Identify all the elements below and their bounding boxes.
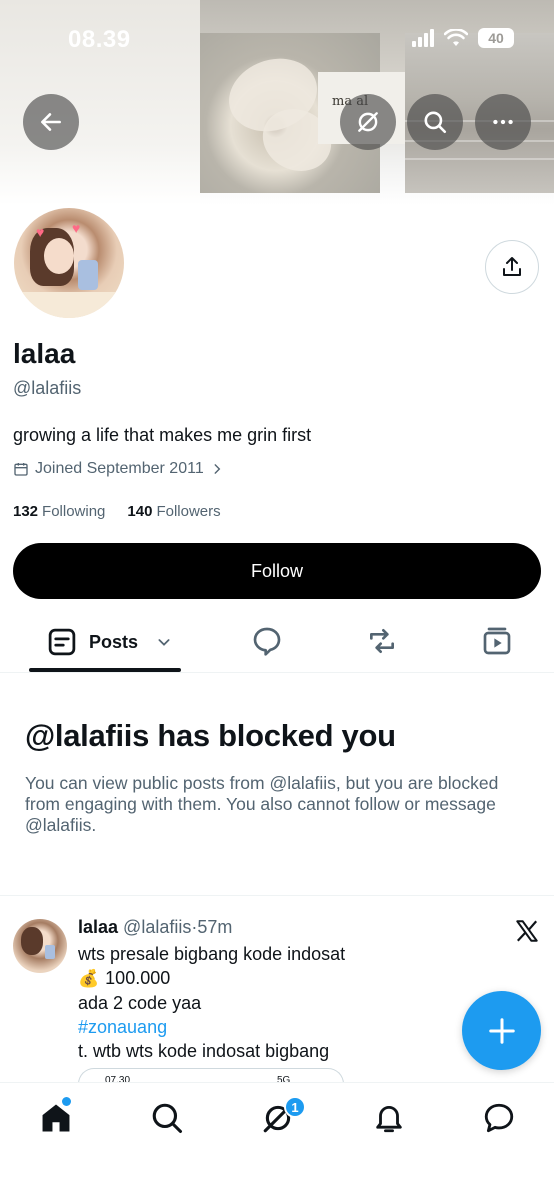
home-icon xyxy=(42,1104,70,1132)
status-time: 08.39 xyxy=(68,26,131,53)
heart-icon: ♥ xyxy=(36,224,45,240)
joined-date[interactable]: Joined September 2011 xyxy=(13,460,224,478)
grok-button[interactable] xyxy=(340,94,396,150)
chevron-right-icon xyxy=(214,464,221,474)
replies-icon[interactable] xyxy=(251,625,283,657)
avatar-phone xyxy=(78,260,98,290)
media-icon[interactable] xyxy=(481,625,513,657)
post-price: 100.000 xyxy=(105,968,171,988)
post-body[interactable]: wts presale bigbang kode indosat 💰 100.00… xyxy=(78,942,345,1063)
more-icon xyxy=(493,119,513,125)
calendar-icon xyxy=(14,463,28,476)
status-icons: 40 xyxy=(412,28,514,48)
post-line: ada 2 code yaa xyxy=(78,993,202,1013)
profile-handle: @lalafiis xyxy=(13,378,82,398)
post-author-name[interactable]: lalaa xyxy=(78,917,118,937)
heart-icon: ♥ xyxy=(72,220,81,236)
joined-text: Joined September 2011 xyxy=(35,460,204,477)
post-line: wts presale bigbang kode indosat xyxy=(78,944,346,964)
blocked-title: @lalafiis has blocked you xyxy=(25,718,396,753)
bottom-navigation: 1 xyxy=(0,1082,554,1200)
battery-icon: 40 xyxy=(478,28,514,48)
avatar-face xyxy=(44,238,74,274)
notifications-icon xyxy=(376,1106,402,1133)
plus-icon xyxy=(488,1017,515,1044)
more-button[interactable] xyxy=(475,94,531,150)
search-button[interactable] xyxy=(407,94,463,150)
share-button[interactable] xyxy=(485,240,539,294)
post-line: 💰 100.000 xyxy=(78,966,345,991)
cellular-signal-icon xyxy=(412,29,434,47)
post-line: t. wtb wts kode indosat bigbang xyxy=(78,1041,330,1061)
section-divider xyxy=(0,895,554,896)
profile-display-name: lalaa xyxy=(13,338,76,369)
grok-badge: 1 xyxy=(284,1096,306,1118)
avatar-desk xyxy=(14,292,124,318)
back-arrow-icon xyxy=(41,113,61,131)
profile-bio: growing a life that makes me grin first xyxy=(13,425,312,445)
post-hashtag[interactable]: #zonauang xyxy=(78,1015,345,1039)
nav-messages[interactable] xyxy=(482,1101,516,1135)
active-tab-indicator xyxy=(29,668,181,672)
post-avatar-hair xyxy=(21,927,43,955)
messages-icon xyxy=(484,1103,514,1133)
tab-posts-label: Posts xyxy=(89,631,139,652)
post-header: lalaa @lalafiis·57m xyxy=(78,917,232,938)
back-button[interactable] xyxy=(23,94,79,150)
profile-avatar[interactable]: ♥ ♥ xyxy=(10,204,128,322)
profile-tabs: Posts xyxy=(0,613,554,673)
grok-icon xyxy=(358,112,378,132)
following-link[interactable]: 132 Following xyxy=(13,503,105,520)
followers-count: 140 xyxy=(127,503,153,520)
post-author-handle[interactable]: @lalafiis xyxy=(123,917,191,937)
post-avatar[interactable] xyxy=(13,919,67,973)
follow-stats: 132 Following 140 Followers xyxy=(13,503,221,520)
nav-home[interactable] xyxy=(39,1101,73,1135)
chevron-down-icon xyxy=(158,639,170,646)
posts-icon xyxy=(48,628,76,656)
tab-posts[interactable]: Posts xyxy=(47,627,172,657)
home-notification-dot xyxy=(62,1097,71,1106)
share-icon xyxy=(503,257,521,276)
banner-sea-wave xyxy=(405,158,554,160)
compose-post-button[interactable] xyxy=(462,991,541,1070)
nav-notifications[interactable] xyxy=(372,1101,406,1135)
followers-label: Followers xyxy=(156,503,221,520)
search-icon xyxy=(424,111,447,134)
blocked-description: You can view public posts from @lalafiis… xyxy=(25,773,499,835)
follow-button[interactable]: Follow xyxy=(13,543,541,599)
post-avatar-phone xyxy=(45,945,55,959)
x-logo-icon xyxy=(516,920,538,942)
nav-search[interactable] xyxy=(150,1101,184,1135)
wifi-icon xyxy=(444,29,468,46)
followers-link[interactable]: 140 Followers xyxy=(127,503,220,520)
following-label: Following xyxy=(42,503,106,520)
post-time: 57m xyxy=(197,917,233,937)
following-count: 132 xyxy=(13,503,39,520)
reposts-icon[interactable] xyxy=(366,625,398,657)
search-icon xyxy=(152,1103,183,1134)
money-bag-icon: 💰 xyxy=(78,969,100,988)
